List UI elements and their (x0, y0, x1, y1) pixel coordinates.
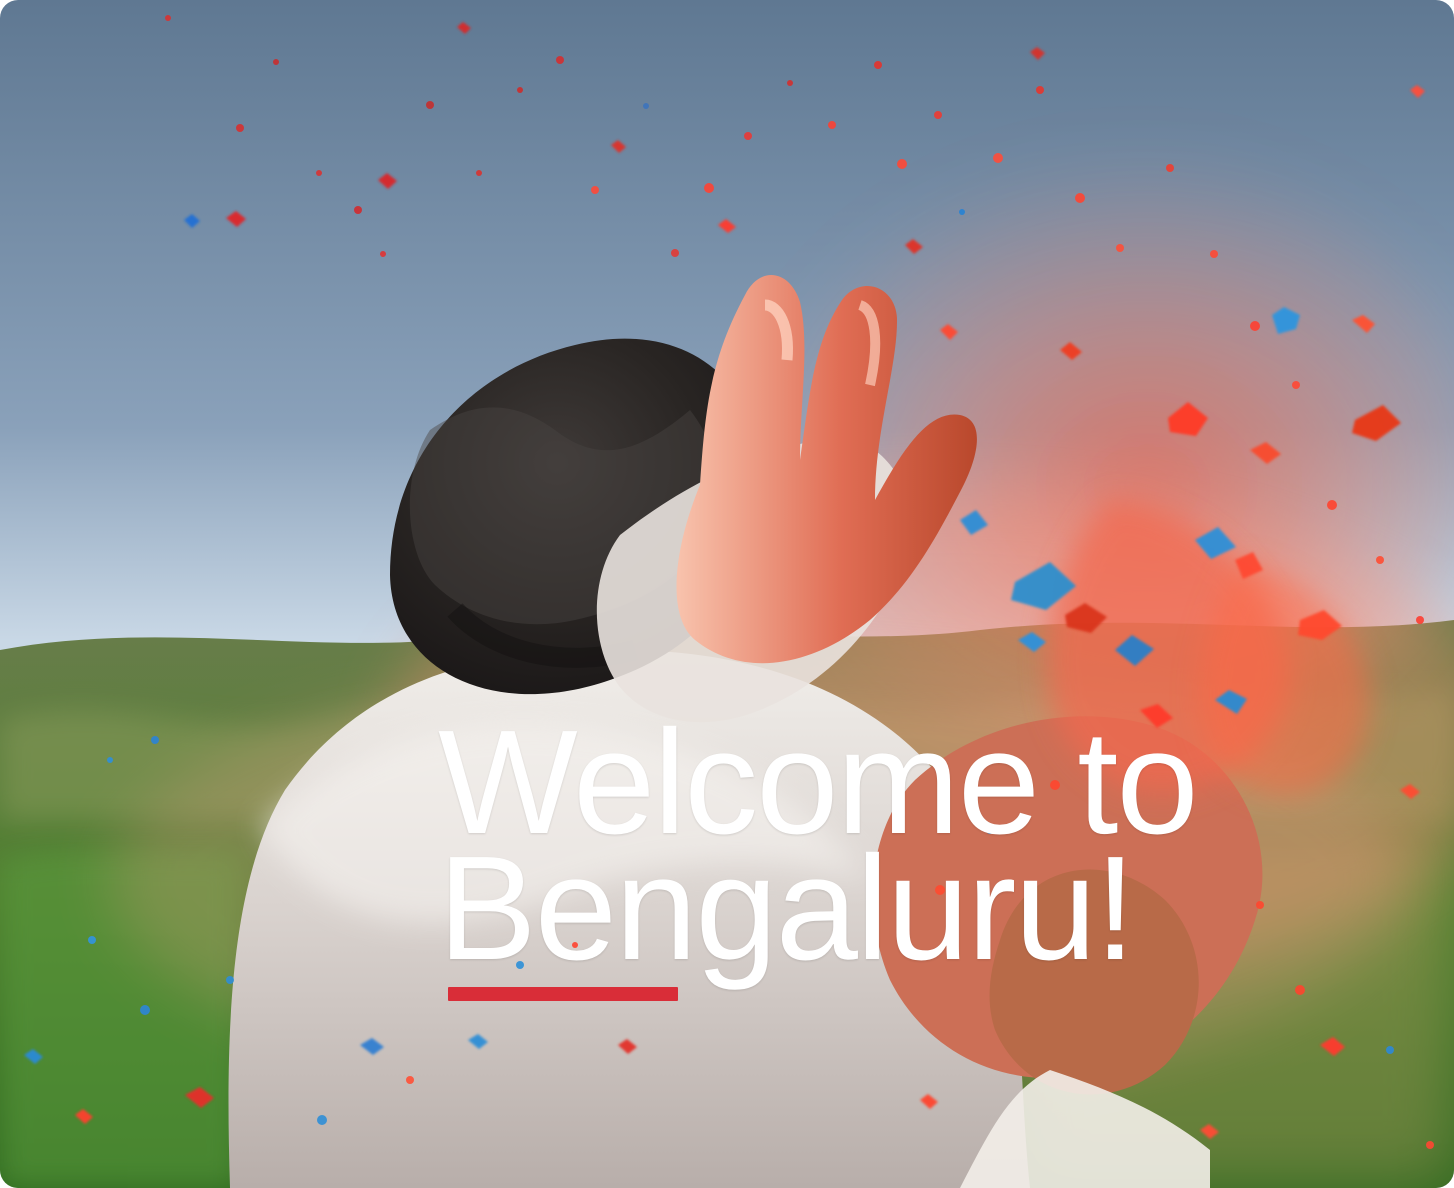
title-accent-underline (448, 987, 678, 1001)
hero-banner: Welcome to Bengaluru! (0, 0, 1454, 1188)
hero-title: Welcome to Bengaluru! (438, 709, 1398, 991)
hero-image-holi-color-splash (0, 0, 1454, 1188)
hero-title-line-2: Bengaluru! (438, 826, 1136, 991)
